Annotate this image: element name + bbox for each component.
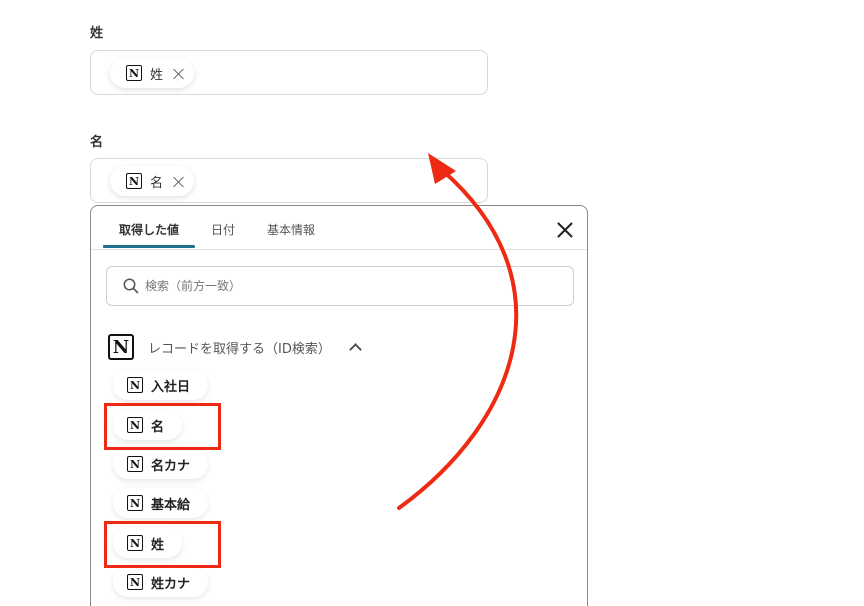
first-name-field[interactable]: N 名 [90,158,488,203]
option-label: 基本給 [151,497,191,513]
tab-basic-info[interactable]: 基本情報 [267,221,315,238]
notion-icon: N [127,495,143,511]
tab-bar: 取得した値 日付 基本情報 [91,206,587,250]
notion-icon: N [126,65,142,81]
notion-icon: N [127,574,143,590]
search-icon [123,278,139,294]
search-box [106,266,574,306]
field-label-last-name: 姓 [90,26,104,41]
highlight-box-last-name [104,521,221,568]
tab-retrieved-values[interactable]: 取得した値 [119,221,179,238]
last-name-field[interactable]: N 姓 [90,50,488,95]
option-label: 名カナ [151,458,191,474]
group-title: レコードを取得する（ID検索） [148,341,331,357]
option-hire-date[interactable]: N 入社日 [113,370,209,400]
first-name-chip: N 名 [110,166,195,196]
option-label: 姓カナ [151,576,191,592]
last-name-chip: N 姓 [110,58,195,88]
option-last-name-kana[interactable]: N 姓カナ [113,567,209,597]
option-base-salary[interactable]: N 基本給 [113,488,209,518]
notion-icon: N [126,173,142,189]
notion-icon: N [127,456,143,472]
highlight-box-first-name [104,403,221,450]
search-input[interactable] [145,279,545,293]
close-icon[interactable] [557,222,573,238]
option-first-name-kana[interactable]: N 名カナ [113,449,209,479]
option-label: 入社日 [151,379,191,395]
chip-label: 名 [150,175,164,191]
group-header[interactable]: N レコードを取得する（ID検索） [108,334,362,360]
close-icon[interactable] [173,176,184,187]
chevron-up-icon[interactable] [348,343,362,356]
notion-icon: N [108,334,134,360]
field-label-first-name: 名 [90,135,104,150]
close-icon[interactable] [173,68,184,79]
chip-label: 姓 [150,67,164,83]
notion-icon: N [127,377,143,393]
tab-date[interactable]: 日付 [211,221,235,238]
active-tab-indicator [103,245,195,248]
